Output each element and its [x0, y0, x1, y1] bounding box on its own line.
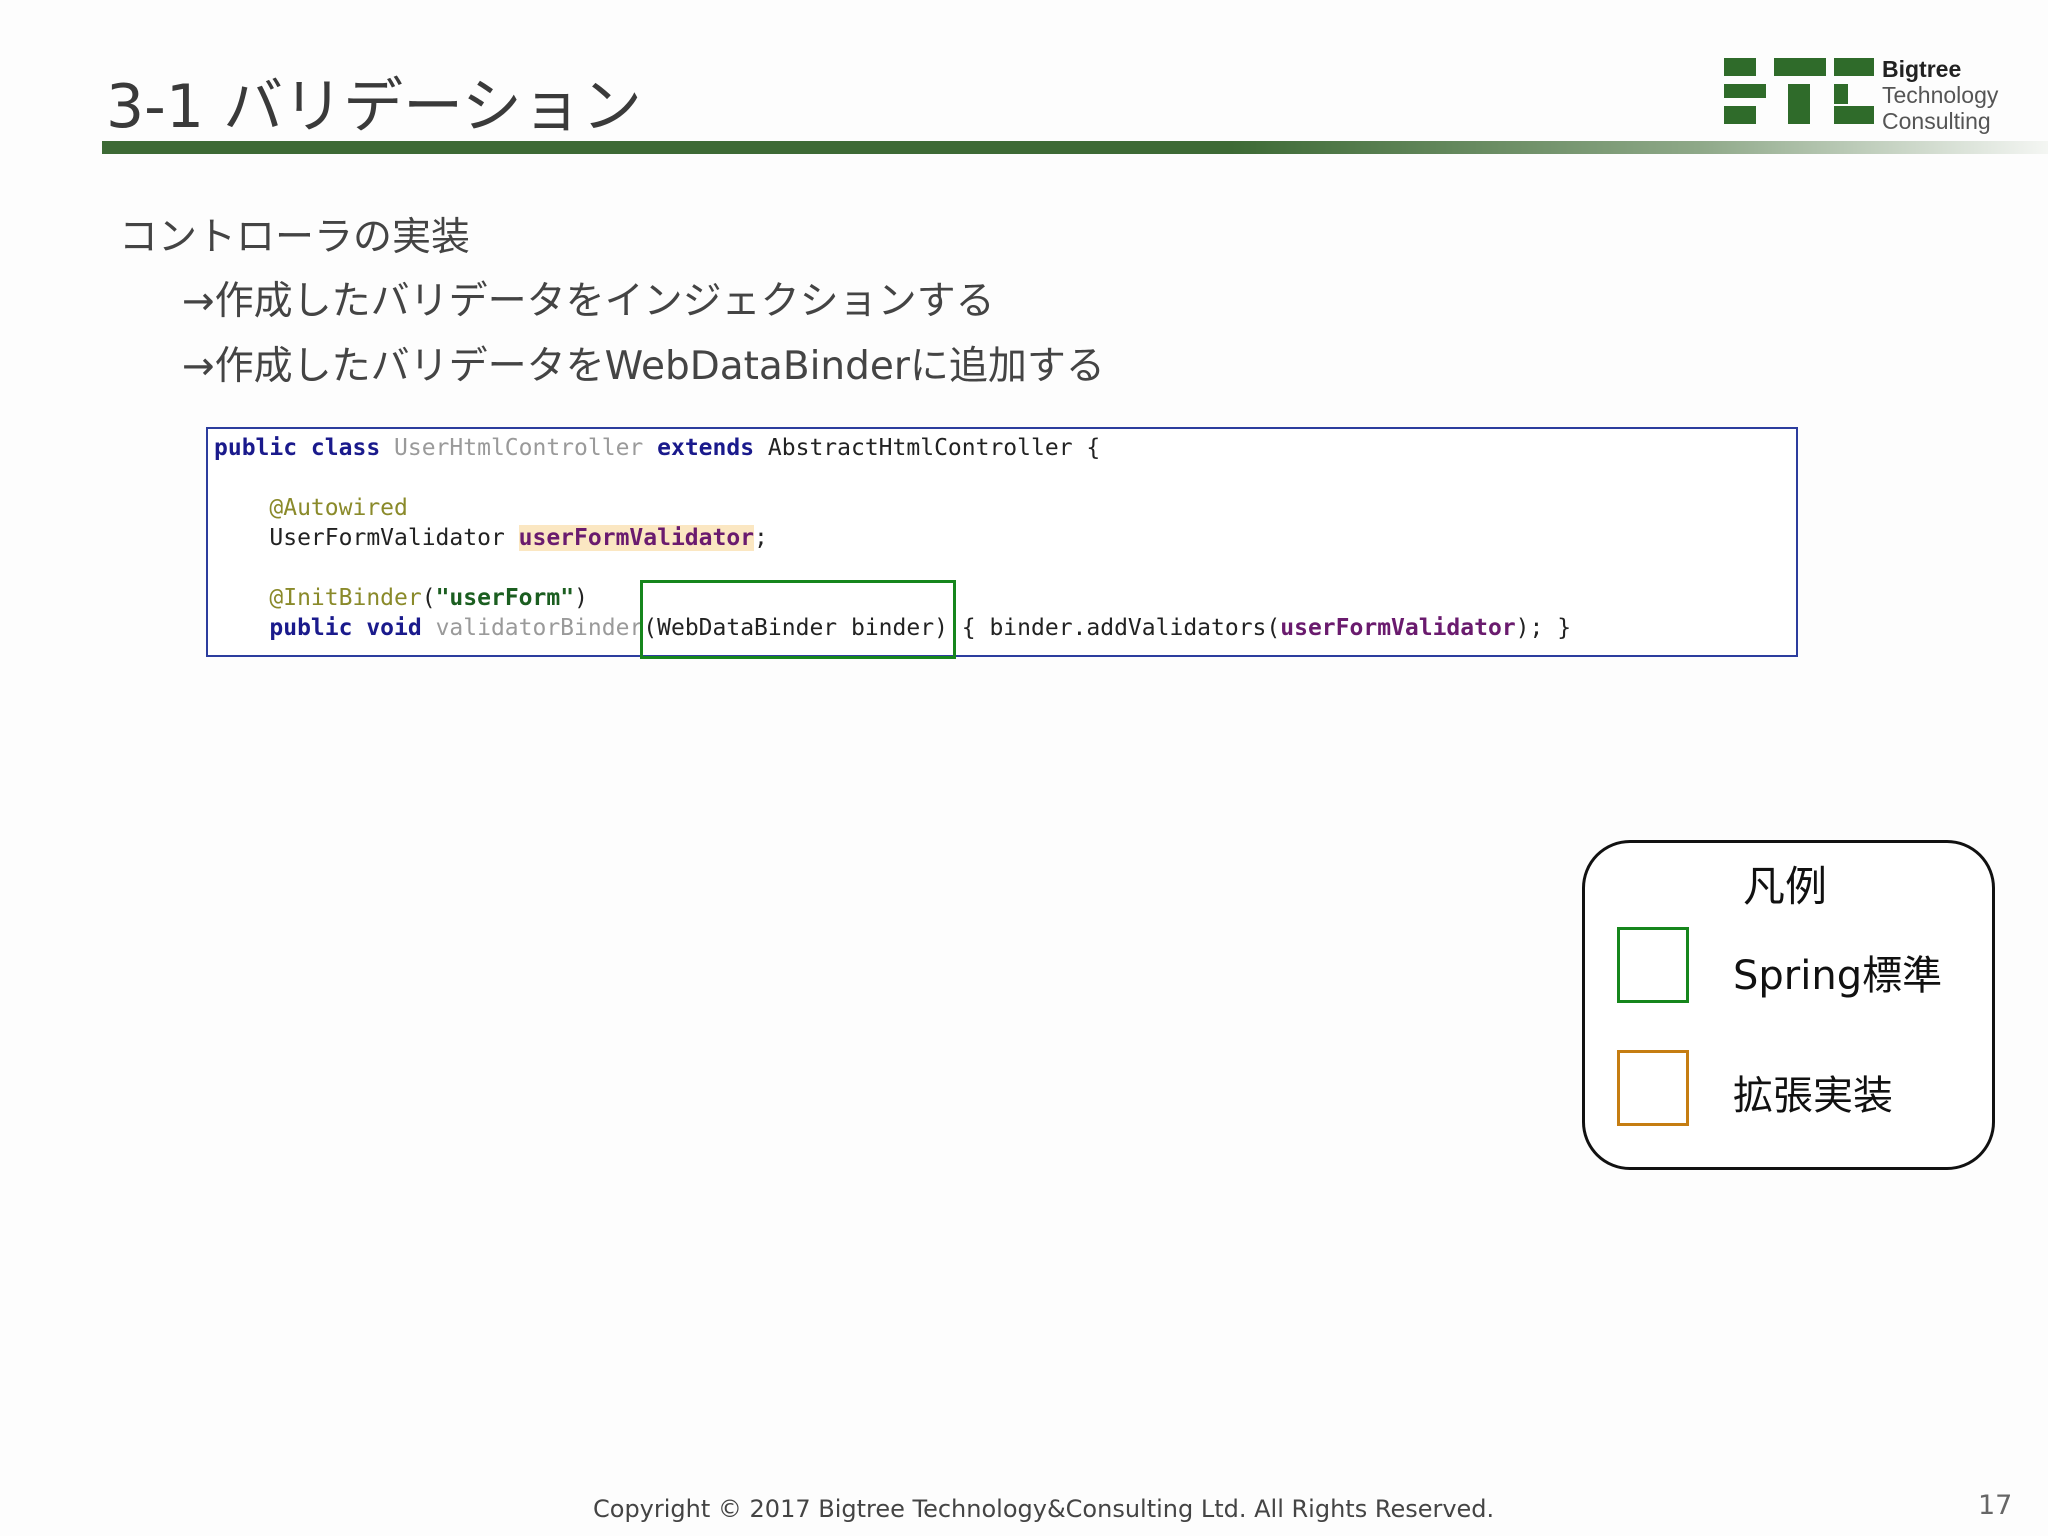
- page-number: 17: [1978, 1490, 2013, 1521]
- legend-swatch-spring: [1617, 927, 1689, 1003]
- code-keyword: public class: [214, 435, 395, 461]
- logo-text: Bigtree Technology Consulting: [1882, 56, 1998, 134]
- code-annotation: @InitBinder: [269, 585, 422, 611]
- bullet-inject-validator: →作成したバリデータをインジェクションする: [182, 279, 995, 324]
- legend-label-extension: 拡張実装: [1733, 1073, 1893, 1119]
- logo-line-2: Technology: [1882, 82, 1999, 108]
- code-keyword: extends: [657, 435, 768, 461]
- code-class-name: UserHtmlController: [394, 435, 658, 461]
- btc-logo: Bigtree Technology Consulting: [1722, 54, 2022, 144]
- bullet-add-to-binder: →作成したバリデータをWebDataBinderに追加する: [182, 344, 1105, 389]
- btc-logo-mark: [1724, 58, 1874, 124]
- copyright-footer: Copyright © 2017 Bigtree Technology&Cons…: [593, 1495, 1495, 1523]
- legend-box: 凡例 Spring標準 拡張実装: [1582, 840, 1995, 1170]
- code-superclass: AbstractHtmlController {: [767, 435, 1101, 461]
- legend-title: 凡例: [1743, 862, 1828, 911]
- title-underline-bar: [102, 141, 2048, 154]
- code-string: "userForm": [435, 585, 575, 611]
- code-semicolon: ;: [754, 525, 768, 551]
- code-type: UserFormValidator: [269, 525, 519, 551]
- slide-title: 3-1 バリデーション: [106, 72, 642, 142]
- legend-swatch-extension: [1617, 1050, 1689, 1126]
- code-keyword: public void: [269, 615, 436, 641]
- code-method-name: validatorBinder: [435, 615, 644, 641]
- code-field: userFormValidator: [518, 525, 755, 551]
- code-annotation: @Autowired: [269, 495, 408, 521]
- code-snippet: public class UserHtmlController extends …: [206, 427, 1798, 657]
- code-body: { binder.addValidators(: [947, 615, 1281, 641]
- logo-line-1: Bigtree: [1882, 56, 1962, 82]
- code-paren: (: [421, 585, 436, 611]
- code-body-end: ); }: [1515, 615, 1572, 641]
- code-field: userFormValidator: [1280, 615, 1516, 641]
- spring-standard-highlight: [640, 580, 956, 659]
- code-paren: ): [574, 585, 588, 611]
- logo-line-3: Consulting: [1882, 108, 1991, 134]
- legend-label-spring: Spring標準: [1733, 953, 1943, 999]
- bullet-controller-impl: コントローラの実装: [119, 215, 471, 260]
